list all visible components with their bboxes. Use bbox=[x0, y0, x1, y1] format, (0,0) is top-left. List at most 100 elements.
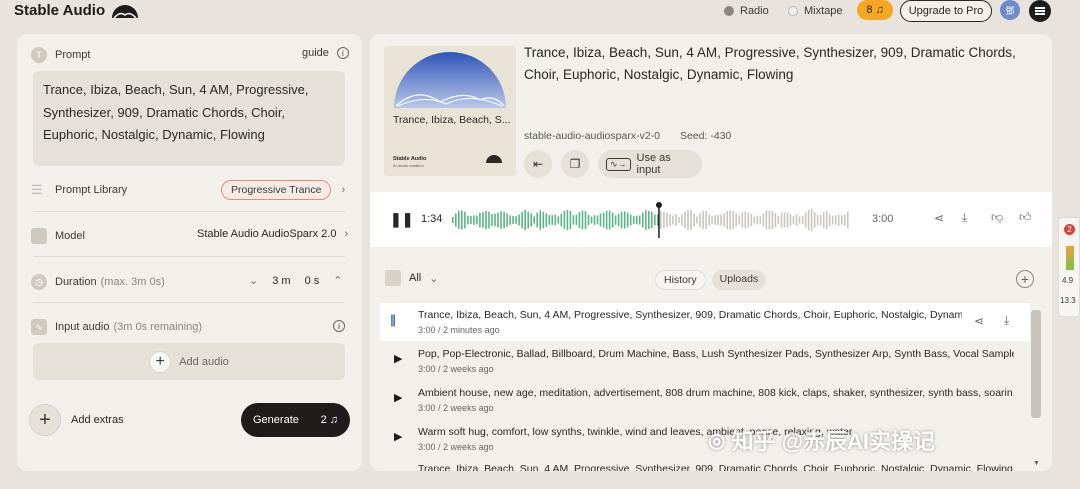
side-value-1: 4.9 bbox=[1062, 276, 1074, 285]
download-button[interactable]: ⤓ bbox=[962, 210, 967, 225]
duration-control[interactable]: ⌄ 3 m 0 s ⌃ bbox=[249, 274, 342, 288]
duration-label: ◷ Duration (max. 3m 0s) bbox=[31, 274, 165, 290]
thumbs-down-icon: 👎︎ bbox=[991, 210, 1004, 224]
pause-icon: ❚❚ bbox=[390, 211, 414, 227]
list-item[interactable]: ▶ Pop, Pop-Electronic, Ballad, Billboard… bbox=[380, 342, 1030, 380]
side-value-2: 13.3 bbox=[1060, 296, 1076, 305]
track-seed: Seed: -430 bbox=[680, 130, 732, 142]
hamburger-icon bbox=[1035, 6, 1045, 16]
thumbs-up-icon: 👍︎ bbox=[1019, 210, 1032, 224]
radio-icon bbox=[724, 6, 734, 16]
model-select[interactable]: Stable Audio AudioSparx 2.0 › bbox=[197, 228, 348, 240]
radio-link[interactable]: Radio bbox=[724, 2, 769, 20]
model-label: Model bbox=[31, 228, 85, 244]
logo-icon bbox=[112, 4, 139, 19]
watermark: ◎ 知乎 @赤辰AI实操记 bbox=[708, 429, 936, 454]
menu-button[interactable] bbox=[1029, 0, 1051, 22]
row-title: Trance, Ibiza, Beach, Sun, 4 AM, Progres… bbox=[418, 463, 1013, 471]
add-extras-button[interactable]: + Add extras bbox=[29, 404, 124, 436]
side-widget[interactable]: 2 4.9 13.3 bbox=[1058, 217, 1080, 317]
meter-icon bbox=[1066, 246, 1074, 270]
info-icon: i bbox=[336, 47, 349, 59]
app-name: Stable Audio bbox=[14, 2, 106, 19]
top-bar: Stable Audio Radio Mixtape 8 ♫ Upgrade to… bbox=[0, 0, 1080, 24]
tab-uploads[interactable]: Uploads bbox=[711, 270, 767, 290]
select-all-checkbox[interactable] bbox=[385, 270, 401, 286]
row-title: Trance, Ibiza, Beach, Sun, 4 AM, Progres… bbox=[418, 309, 962, 321]
share-button[interactable]: ⋖ bbox=[934, 211, 944, 225]
row-title: Pop, Pop-Electronic, Ballad, Billboard, … bbox=[418, 348, 1014, 360]
list-icon: ☰ bbox=[31, 182, 43, 197]
list-item[interactable]: ||| Trance, Ibiza, Beach, Sun, 4 AM, Pro… bbox=[380, 303, 1030, 341]
guide-link[interactable]: guide i bbox=[302, 47, 349, 59]
add-track-button[interactable]: + bbox=[1016, 270, 1034, 288]
download-icon: ⤓ bbox=[962, 210, 968, 224]
download-icon[interactable]: ⤓ bbox=[1004, 313, 1009, 328]
credits-badge[interactable]: 8 ♫ bbox=[857, 0, 893, 20]
play-icon[interactable]: ▶ bbox=[394, 430, 402, 443]
track-model: stable-audio-audiosparx-v2-0 bbox=[524, 130, 660, 142]
prompt-icon: T bbox=[31, 47, 47, 63]
playhead-knob bbox=[655, 202, 662, 208]
library-tag: Progressive Trance bbox=[221, 180, 332, 200]
chevron-right-icon: › bbox=[344, 228, 349, 240]
chevron-down-icon[interactable]: ⌄ bbox=[249, 274, 258, 287]
app-logo[interactable]: Stable Audio bbox=[14, 2, 139, 19]
input-audio-label: ∿ Input audio (3m 0s remaining) bbox=[31, 319, 202, 335]
row-meta: 3:00 / 2 weeks ago bbox=[418, 364, 494, 374]
pause-button[interactable]: ❚❚ bbox=[390, 211, 413, 228]
divider bbox=[33, 256, 345, 257]
prompt-library-select[interactable]: Progressive Trance › bbox=[221, 180, 345, 200]
info-icon[interactable]: i bbox=[333, 320, 345, 332]
share-icon[interactable]: ⋖ bbox=[974, 314, 984, 328]
current-time: 1:34 bbox=[421, 213, 443, 225]
duration-seconds[interactable]: 0 s bbox=[305, 275, 320, 287]
filter-dropdown[interactable]: All ⌄ bbox=[385, 270, 438, 286]
row-meta: 3:00 / 2 weeks ago bbox=[418, 403, 494, 413]
tab-history[interactable]: History bbox=[655, 270, 706, 290]
dislike-button[interactable]: 👎︎ bbox=[991, 210, 1003, 225]
row-meta: 3:00 / 2 minutes ago bbox=[418, 325, 500, 335]
share-icon: ⋖ bbox=[934, 211, 945, 225]
prompt-input[interactable]: Trance, Ibiza, Beach, Sun, 4 AM, Progres… bbox=[33, 71, 345, 166]
prompt-header: T Prompt bbox=[31, 47, 90, 63]
waveform-icon: ∿ bbox=[31, 319, 47, 335]
generate-button[interactable]: Generate 2 ♫ bbox=[241, 403, 350, 437]
scroll-down-icon[interactable]: ▼ bbox=[1033, 460, 1040, 467]
equalizer-icon: ||| bbox=[390, 312, 396, 327]
chevron-right-icon: › bbox=[341, 184, 346, 196]
mixtape-link[interactable]: Mixtape bbox=[788, 2, 843, 20]
rewind-icon: ⇤ bbox=[532, 157, 544, 171]
artwork-subtitle: AI music creation bbox=[393, 163, 424, 168]
model-icon bbox=[31, 228, 47, 244]
artwork-brand: Stable Audio bbox=[393, 156, 427, 162]
waveform-icon: ∿→ bbox=[606, 157, 631, 171]
add-audio-button[interactable]: + Add audio bbox=[33, 343, 345, 380]
plus-icon: + bbox=[29, 404, 61, 436]
chevron-up-icon[interactable]: ⌃ bbox=[333, 274, 342, 287]
upgrade-button[interactable]: Upgrade to Pro bbox=[900, 0, 992, 22]
music-note-icon: ♫ bbox=[875, 4, 884, 16]
avatar[interactable]: 鄧 bbox=[1000, 0, 1020, 20]
chevron-down-icon: ⌄ bbox=[429, 272, 439, 285]
like-button[interactable]: 👍︎ bbox=[1019, 210, 1032, 225]
use-as-input-button[interactable]: ∿→ Use as input bbox=[598, 150, 702, 178]
list-item[interactable]: Trance, Ibiza, Beach, Sun, 4 AM, Progres… bbox=[380, 459, 1030, 471]
artwork-caption: Trance, Ibiza, Beach, S... bbox=[393, 114, 511, 126]
duration-minutes[interactable]: 3 m bbox=[272, 275, 290, 287]
waveform-scrubber[interactable] bbox=[452, 202, 850, 238]
divider bbox=[33, 211, 345, 212]
music-note-icon: ♫ bbox=[329, 414, 338, 426]
back-button[interactable]: ⇤ bbox=[524, 150, 552, 178]
total-time: 3:00 bbox=[872, 213, 894, 225]
list-scrollbar[interactable] bbox=[1031, 310, 1041, 418]
plus-icon: + bbox=[149, 350, 172, 373]
list-item[interactable]: ▶ Ambient house, new age, meditation, ad… bbox=[380, 381, 1030, 419]
generation-panel: T Prompt guide i Trance, Ibiza, Beach, S… bbox=[17, 34, 362, 471]
clock-icon: ◷ bbox=[31, 274, 47, 290]
play-icon[interactable]: ▶ bbox=[394, 391, 402, 404]
track-title: Trance, Ibiza, Beach, Sun, 4 AM, Progres… bbox=[524, 45, 1016, 82]
copy-button[interactable]: ❐ bbox=[561, 150, 589, 178]
prompt-library-label: ☰ Prompt Library bbox=[31, 182, 128, 197]
play-icon[interactable]: ▶ bbox=[394, 352, 402, 365]
